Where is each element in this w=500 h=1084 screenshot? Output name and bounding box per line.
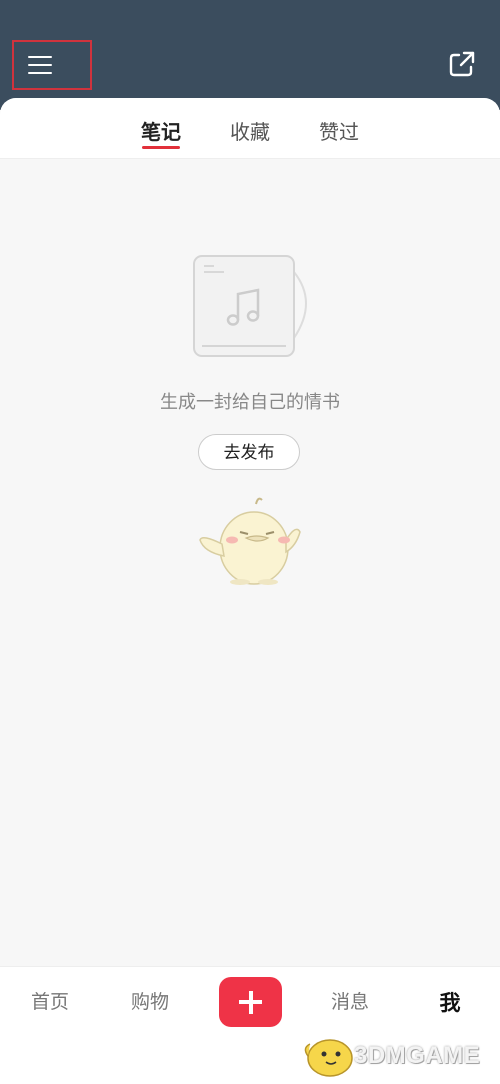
watermark: 3DMGAME [300,1030,490,1080]
tab-liked[interactable]: 赞过 [299,116,379,145]
share-external-icon[interactable] [446,48,478,80]
content-sheet: 笔记 收藏 赞过 生成一封给自己的情书 去发布 [0,98,500,966]
tab-bar: 笔记 收藏 赞过 [0,98,500,159]
active-tab-indicator [142,146,180,149]
nav-home[interactable]: 首页 [10,987,90,1014]
empty-state-message: 生成一封给自己的情书 [160,392,340,413]
menu-button[interactable] [12,40,92,90]
top-bar [0,0,500,110]
post-button[interactable] [219,977,282,1027]
watermark-logo-icon [304,1039,353,1077]
nav-shopping[interactable]: 购物 [110,987,190,1014]
watermark-text: 3DMGAME [354,1042,481,1069]
tab-favorites[interactable]: 收藏 [210,116,290,145]
nav-messages[interactable]: 消息 [310,987,390,1014]
music-album-icon [193,255,307,357]
nav-me[interactable]: 我 [410,987,490,1017]
tab-notes[interactable]: 笔记 [121,116,201,145]
yellow-bird-mascot [199,497,301,585]
publish-button[interactable]: 去发布 [198,434,300,470]
